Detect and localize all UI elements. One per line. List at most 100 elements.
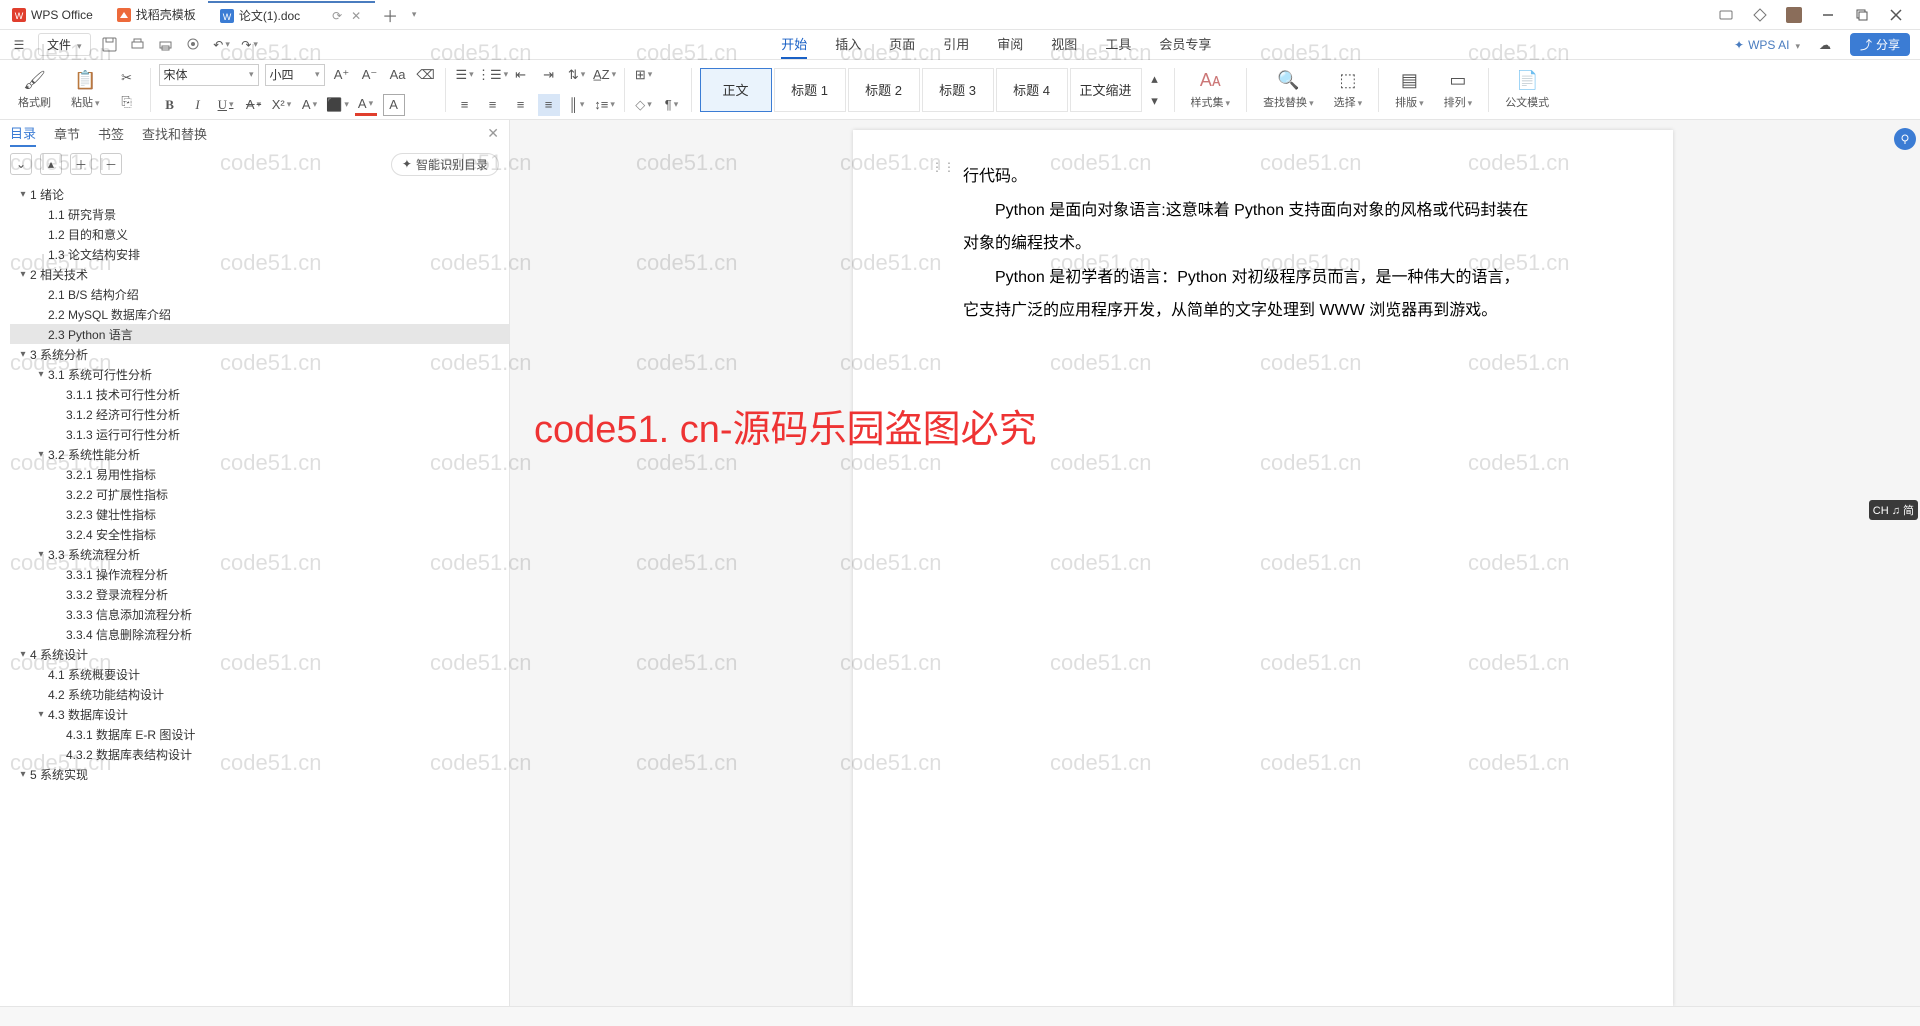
toc-item[interactable]: 3.2.4 安全性指标 <box>10 524 509 544</box>
toc-item[interactable]: 4.3.2 数据库表结构设计 <box>10 744 509 764</box>
toc-item[interactable]: 4.2 系统功能结构设计 <box>10 684 509 704</box>
tab-add-dropdown[interactable] <box>405 9 421 20</box>
menu-tab-view[interactable]: 视图 <box>1051 30 1077 59</box>
app-tab-wps[interactable]: W WPS Office <box>0 1 105 29</box>
gov-mode-button[interactable]: 📄 公文模式 <box>1497 60 1557 120</box>
toc-item[interactable]: 3.3.2 登录流程分析 <box>10 584 509 604</box>
style-heading2[interactable]: 标题 2 <box>848 68 920 112</box>
locate-button[interactable] <box>1894 128 1916 150</box>
toc-item[interactable]: ▾2 相关技术 <box>10 264 509 284</box>
paste-button[interactable]: 📋 粘贴 <box>63 60 108 120</box>
menu-tab-insert[interactable]: 插入 <box>835 30 861 59</box>
toc-item[interactable]: 2.3 Python 语言 <box>10 324 509 344</box>
toc-collapse-button[interactable]: ⌄ <box>10 153 32 175</box>
toc-item[interactable]: 1.1 研究背景 <box>10 204 509 224</box>
tab-refresh-icon[interactable]: ⟳ <box>330 9 344 23</box>
toc-item[interactable]: 4.3.1 数据库 E-R 图设计 <box>10 724 509 744</box>
bullets-button[interactable]: ☰ <box>454 64 476 86</box>
redo-button[interactable]: ↷ <box>241 36 259 54</box>
find-replace-button[interactable]: 🔍 查找替换 <box>1255 60 1322 120</box>
style-body[interactable]: 正文 <box>700 68 772 112</box>
menu-tab-tools[interactable]: 工具 <box>1105 30 1131 59</box>
toc-item[interactable]: 3.1.1 技术可行性分析 <box>10 384 509 404</box>
style-heading1[interactable]: 标题 1 <box>774 68 846 112</box>
superscript-button[interactable]: X² <box>271 94 293 116</box>
print-icon[interactable] <box>157 36 175 54</box>
sidebar-close-icon[interactable]: ✕ <box>487 125 499 142</box>
app-tab-document[interactable]: W 论文(1).doc ⟳ ✕ <box>208 1 375 29</box>
change-case-button[interactable]: Aa <box>387 64 409 86</box>
caret-icon[interactable]: ▾ <box>34 369 48 380</box>
toc-item[interactable]: 1.2 目的和意义 <box>10 224 509 244</box>
caret-icon[interactable]: ▾ <box>16 649 30 660</box>
toc-item[interactable]: 3.3.4 信息删除流程分析 <box>10 624 509 644</box>
cloud-icon[interactable]: ☁ <box>1816 36 1834 54</box>
window-tablet-icon[interactable] <box>1716 5 1736 25</box>
toc-item[interactable]: ▾4 系统设计 <box>10 644 509 664</box>
line-spacing-button[interactable]: ↕≡ <box>594 94 616 116</box>
toc-item[interactable]: ▾3.1 系统可行性分析 <box>10 364 509 384</box>
document-viewport[interactable]: ⋮⋮ 行代码。 Python 是面向对象语言:这意味着 Python 支持面向对… <box>510 120 1920 1006</box>
window-minimize-icon[interactable] <box>1818 5 1838 25</box>
user-avatar-icon[interactable] <box>1784 5 1804 25</box>
undo-button[interactable]: ↶ <box>213 36 231 54</box>
tab-add-button[interactable]: ＋ <box>375 3 405 27</box>
toc-plus-button[interactable]: ＋ <box>70 153 92 175</box>
layout-sort-button[interactable]: ▤ 排版 <box>1387 60 1432 120</box>
smart-toc-button[interactable]: ✦ 智能识别目录 <box>391 153 499 176</box>
toc-item[interactable]: 2.1 B/S 结构介绍 <box>10 284 509 304</box>
underline-button[interactable]: U <box>215 94 237 116</box>
format-painter-button[interactable]: 🖌 格式刷 <box>10 60 59 120</box>
window-maximize-icon[interactable] <box>1852 5 1872 25</box>
caret-icon[interactable]: ▾ <box>34 449 48 460</box>
increase-font-button[interactable]: A⁺ <box>331 64 353 86</box>
select-button[interactable]: ⬚ 选择 <box>1326 60 1371 120</box>
clear-format-button[interactable]: ⌫ <box>415 64 437 86</box>
font-size-select[interactable]: 小四▾ <box>265 64 325 86</box>
arrange-button[interactable]: ▭ 排列 <box>1436 60 1481 120</box>
caret-icon[interactable]: ▾ <box>16 269 30 280</box>
paragraph-mark-button[interactable]: ¶ <box>661 94 683 116</box>
font-color-button[interactable]: A <box>355 94 377 116</box>
caret-icon[interactable]: ▾ <box>34 709 48 720</box>
increase-indent-button[interactable]: ⇥ <box>538 64 560 86</box>
save-icon[interactable] <box>101 36 119 54</box>
style-gallery-down[interactable]: ▾ <box>1144 90 1166 112</box>
align-right-button[interactable]: ≡ <box>510 94 532 116</box>
window-close-icon[interactable] <box>1886 5 1906 25</box>
toc-item[interactable]: ▾3.2 系统性能分析 <box>10 444 509 464</box>
sidebar-tab-toc[interactable]: 目录 <box>10 120 36 147</box>
toc-item[interactable]: ▾3.3 系统流程分析 <box>10 544 509 564</box>
drag-handle-icon[interactable]: ⋮⋮ <box>931 160 955 174</box>
menu-tab-reference[interactable]: 引用 <box>943 30 969 59</box>
preview-icon[interactable] <box>185 36 203 54</box>
style-indent[interactable]: 正文缩进 <box>1070 68 1142 112</box>
text-effect-button[interactable]: A <box>299 94 321 116</box>
font-family-select[interactable]: 宋体▾ <box>159 64 259 86</box>
toc-item[interactable]: ▾1 绪论 <box>10 184 509 204</box>
menu-tab-page[interactable]: 页面 <box>889 30 915 59</box>
caret-icon[interactable]: ▾ <box>16 349 30 360</box>
menu-tab-start[interactable]: 开始 <box>781 30 807 59</box>
border-button[interactable]: ⊞ <box>633 64 655 86</box>
toc-up-button[interactable]: ▴ <box>40 153 62 175</box>
file-menu[interactable]: 文件 <box>38 33 91 56</box>
hamburger-icon[interactable]: ☰ <box>10 36 28 54</box>
sidebar-tab-bookmark[interactable]: 书签 <box>98 121 124 146</box>
text-direction-button[interactable]: ⇅ <box>566 64 588 86</box>
toc-item[interactable]: 3.1.3 运行可行性分析 <box>10 424 509 444</box>
toc-list[interactable]: ▾1 绪论1.1 研究背景1.2 目的和意义1.3 论文结构安排▾2 相关技术2… <box>0 180 509 1006</box>
toc-item[interactable]: 3.3.1 操作流程分析 <box>10 564 509 584</box>
highlight-button[interactable]: ⬛ <box>327 94 349 116</box>
toc-item[interactable]: 2.2 MySQL 数据库介绍 <box>10 304 509 324</box>
phonetic-button[interactable]: A <box>383 94 405 116</box>
caret-icon[interactable]: ▾ <box>16 189 30 200</box>
toc-item[interactable]: ▾4.3 数据库设计 <box>10 704 509 724</box>
align-left-button[interactable]: ≡ <box>454 94 476 116</box>
toc-minus-button[interactable]: － <box>100 153 122 175</box>
caret-icon[interactable]: ▾ <box>16 769 30 780</box>
numbering-button[interactable]: ⋮☰ <box>482 64 504 86</box>
toc-item[interactable]: 3.2.2 可扩展性指标 <box>10 484 509 504</box>
bold-button[interactable]: B <box>159 94 181 116</box>
decrease-font-button[interactable]: A⁻ <box>359 64 381 86</box>
